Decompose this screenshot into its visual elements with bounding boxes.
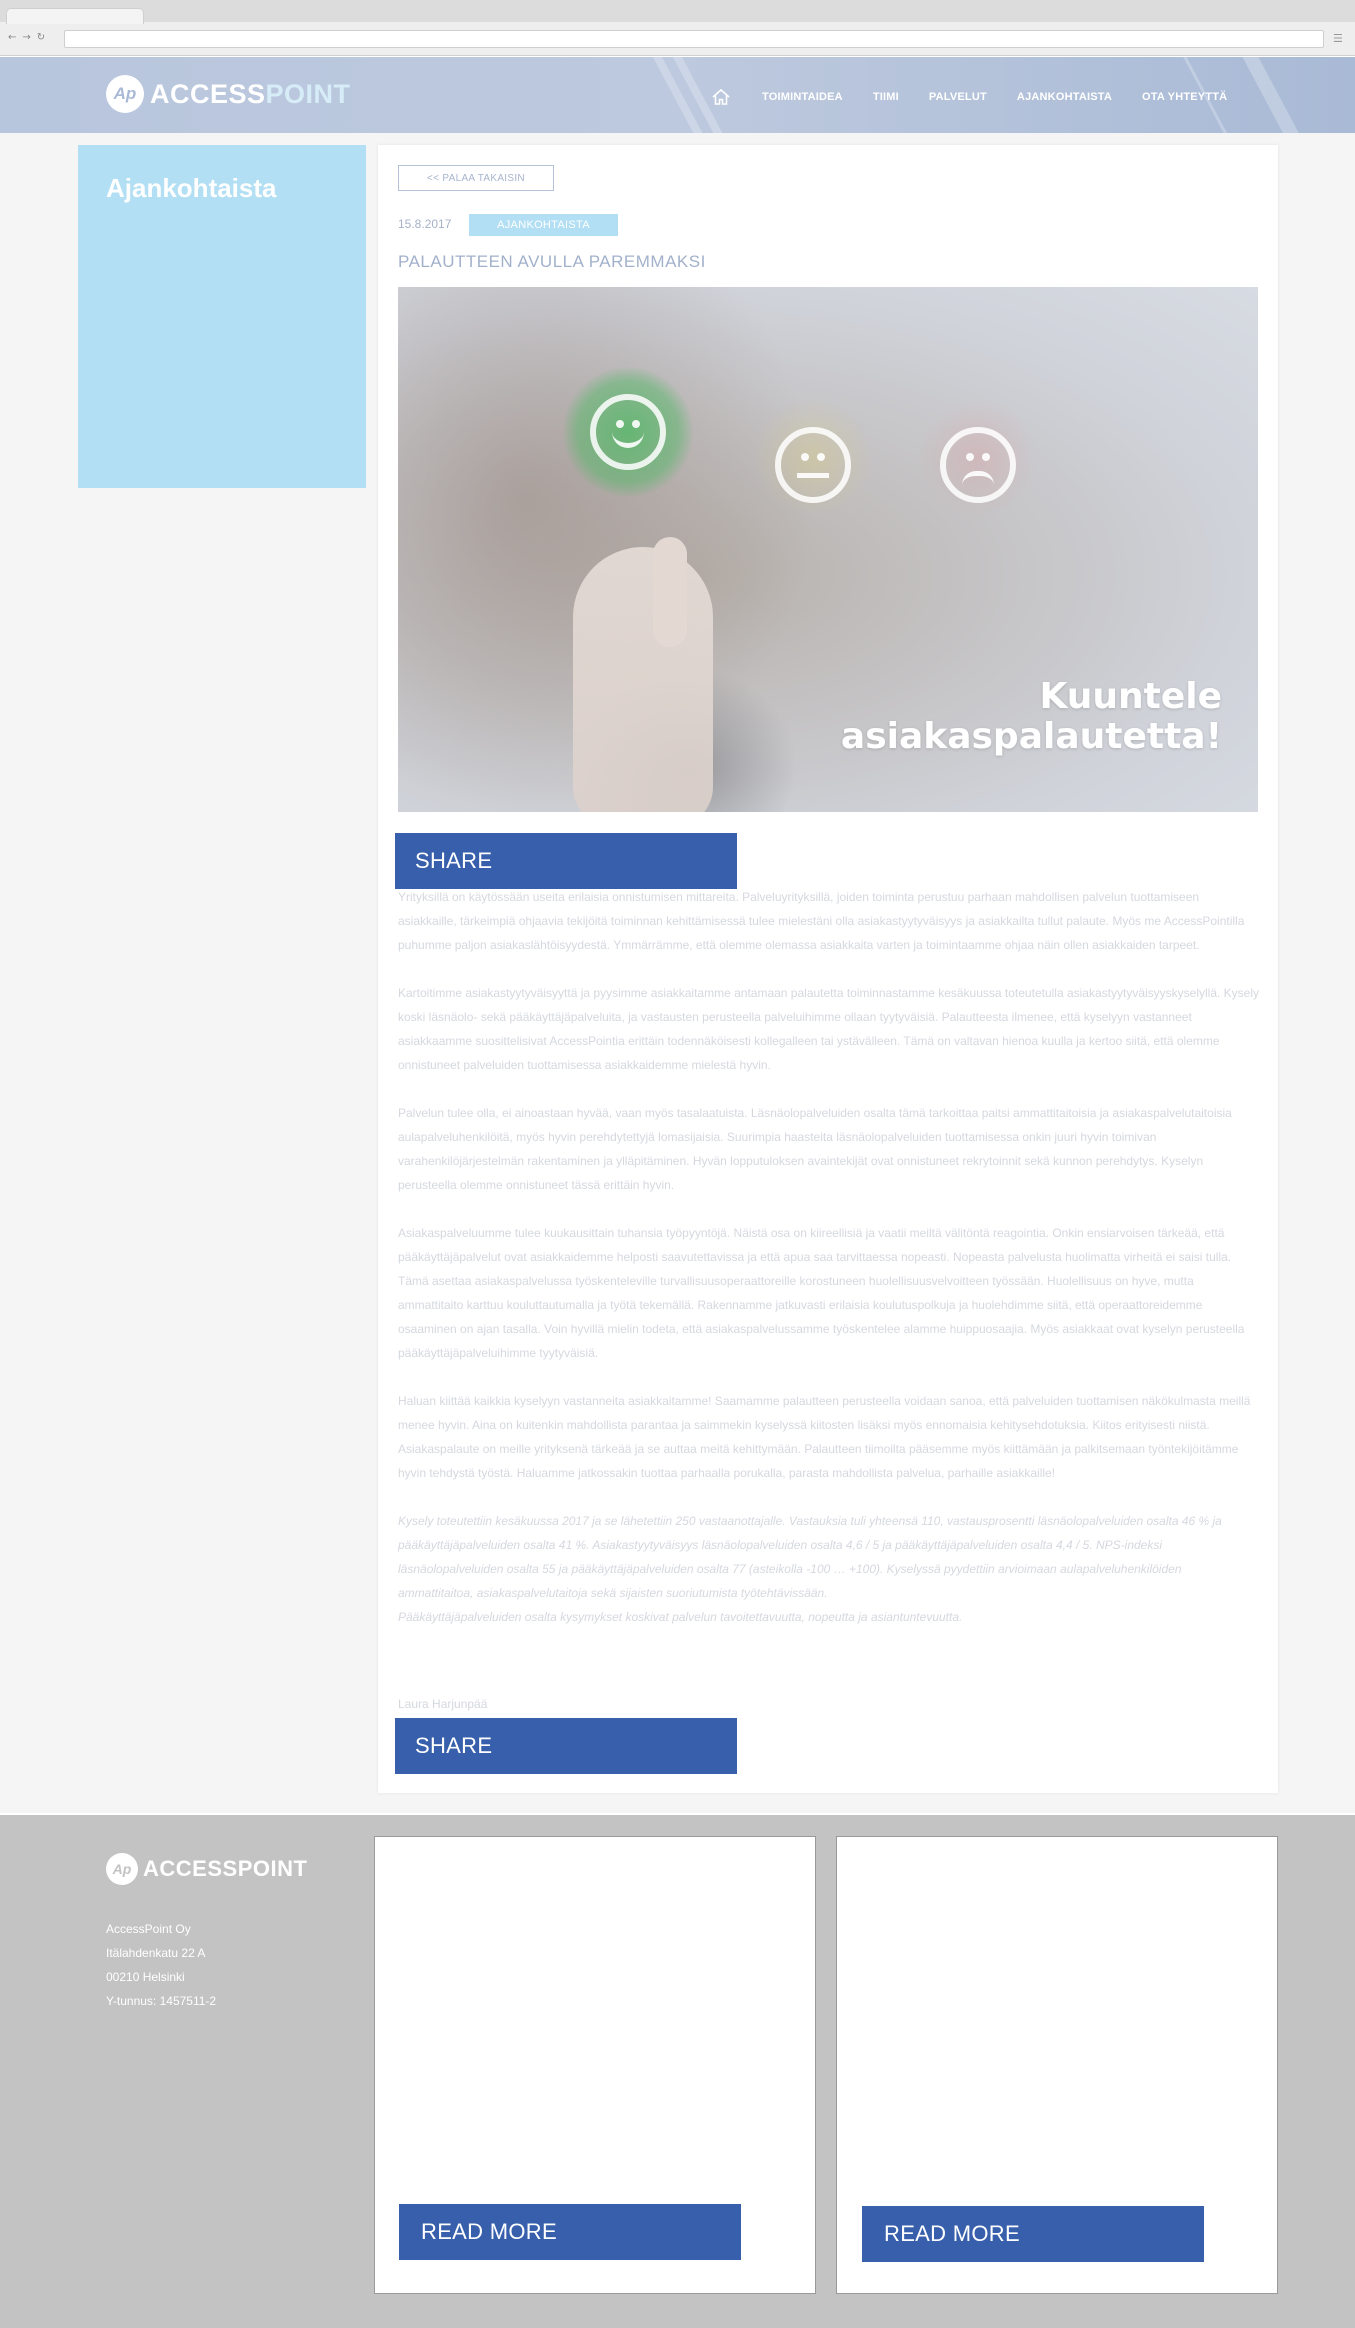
nav-item-toimintaidea[interactable]: TOIMINTAIDEA xyxy=(762,91,843,103)
post-title: PALAUTTEEN AVULLA PAREMMAKSI xyxy=(398,252,706,271)
site-logo[interactable]: Ap ACCESSPOINT xyxy=(106,74,351,114)
business-id: Y-tunnus: 1457511-2 xyxy=(106,1994,217,2008)
article-paragraph: Palvelun tulee olla, ei ainoastaan hyvää… xyxy=(398,1106,1232,1192)
footer-card: READ MORE xyxy=(374,1836,816,2294)
nav-item-ajankohtaista[interactable]: AJANKOHTAISTA xyxy=(1017,91,1112,103)
neutral-face-icon xyxy=(775,427,851,503)
finger-image xyxy=(653,537,687,647)
article-paragraph: Yrityksillä on käytössään useita erilais… xyxy=(398,890,1245,952)
article-body: Yrityksillä on käytössään useita erilais… xyxy=(398,885,1260,1653)
browser-tabstrip xyxy=(0,0,1355,24)
browser-chrome: ← → ↻ ☰ xyxy=(0,0,1355,56)
read-more-button[interactable]: READ MORE xyxy=(862,2206,1204,2262)
article-paragraph: Haluan kiittää kaikkia kyselyyn vastanne… xyxy=(398,1394,1251,1480)
reload-icon[interactable]: ↻ xyxy=(37,32,45,46)
browser-tab[interactable] xyxy=(6,8,144,24)
survey-note: Pääkäyttäjäpalveluiden osalta kysymykset… xyxy=(398,1610,963,1624)
nav-item-palvelut[interactable]: PALVELUT xyxy=(929,91,987,103)
category-badge[interactable]: AJANKOHTAISTA xyxy=(469,214,618,236)
header-decoration xyxy=(1237,57,1317,133)
sad-face-icon xyxy=(940,427,1016,503)
logo-mark-icon: Ap xyxy=(106,75,144,113)
back-arrow-icon[interactable]: ← xyxy=(8,32,16,46)
browser-nav-buttons: ← → ↻ xyxy=(8,32,60,46)
hero-caption: Kuuntele asiakaspalautetta! xyxy=(840,676,1222,757)
forward-arrow-icon[interactable]: → xyxy=(22,32,30,46)
sidebar: Ajankohtaista xyxy=(78,145,366,488)
main-nav: TOIMINTAIDEA TIIMI PALVELUT AJANKOHTAIST… xyxy=(710,85,1227,109)
happy-face-icon xyxy=(590,394,666,470)
nav-item-ota-yhteytta[interactable]: OTA YHTEYTTÄ xyxy=(1142,91,1227,103)
site-header: Ap ACCESSPOINT TOIMINTAIDEA TIIMI PALVEL… xyxy=(0,57,1355,133)
street-address: Itälahdenkatu 22 A xyxy=(106,1946,206,1960)
survey-note: Kysely toteutettiin kesäkuussa 2017 ja s… xyxy=(398,1514,1222,1600)
nav-item-tiimi[interactable]: TIIMI xyxy=(873,91,899,103)
address-bar[interactable] xyxy=(64,30,1324,48)
home-icon[interactable] xyxy=(710,86,732,108)
share-button-top[interactable]: SHARE xyxy=(395,833,737,889)
read-more-button[interactable]: READ MORE xyxy=(399,2204,741,2260)
share-button-bottom[interactable]: SHARE xyxy=(395,1718,737,1774)
article-paragraph: Asiakaspalveluumme tulee kuukausittain t… xyxy=(398,1226,1245,1360)
sidebar-title: Ajankohtaista xyxy=(106,173,277,203)
hero-image: Kuuntele asiakaspalautetta! xyxy=(398,287,1258,812)
browser-menu-icon[interactable]: ☰ xyxy=(1333,32,1343,45)
logo-wordmark: ACCESSPOINT xyxy=(150,78,351,109)
postal-address: 00210 Helsinki xyxy=(106,1970,185,1984)
logo-wordmark: ACCESSPOINT xyxy=(143,1856,308,1881)
article: << PALAA TAKAISIN 15.8.2017 AJANKOHTAIST… xyxy=(378,145,1278,1793)
author-name: Laura Harjunpää xyxy=(398,1697,488,1711)
article-paragraph: Kartoitimme asiakastyytyväisyyttä ja pyy… xyxy=(398,986,1260,1072)
hand-image xyxy=(573,547,713,812)
logo-mark-icon: Ap xyxy=(106,1853,138,1885)
back-button[interactable]: << PALAA TAKAISIN xyxy=(398,165,554,191)
footer-logo[interactable]: Ap ACCESSPOINT xyxy=(106,1852,307,1886)
footer-card: READ MORE xyxy=(836,1836,1278,2294)
company-name: AccessPoint Oy xyxy=(106,1922,191,1936)
footer-address: AccessPoint Oy Itälahdenkatu 22 A 00210 … xyxy=(106,1917,216,2013)
post-date: 15.8.2017 xyxy=(398,217,452,231)
